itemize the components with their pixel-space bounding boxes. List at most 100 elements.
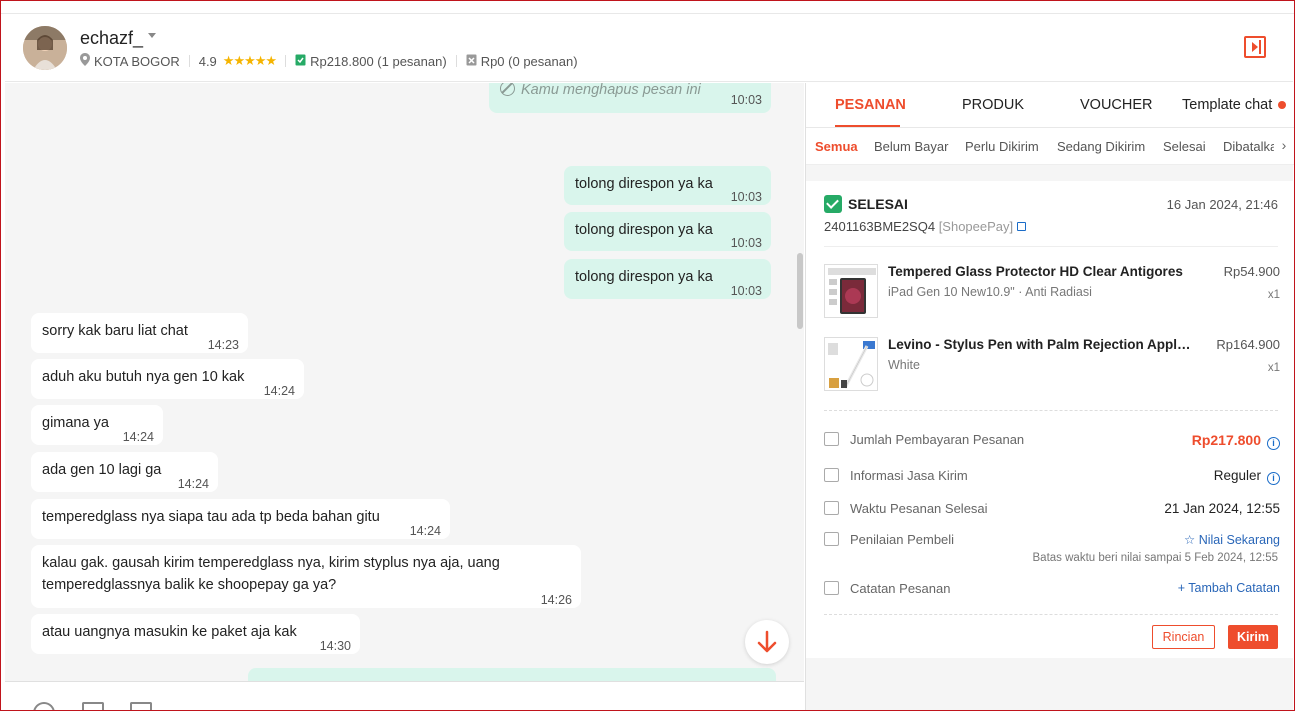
shipping-value: Reguler	[1213, 468, 1261, 483]
order-id-text[interactable]: 2401163BME2SQ4	[824, 219, 935, 234]
note-label: Catatan Pesanan	[850, 581, 951, 596]
message-text: Kamu menghapus pesan ini	[521, 83, 701, 98]
rating-stars: ★★★★★	[222, 53, 277, 68]
review-link-wrap[interactable]: ☆ Nilai Sekarang	[1184, 532, 1280, 547]
payment-value-wrap: Rp217.800 i	[1192, 432, 1280, 450]
info-icon[interactable]: i	[1267, 437, 1280, 450]
details-button[interactable]: Rincian	[1152, 625, 1215, 649]
review-label: Penilaian Pembeli	[850, 532, 955, 547]
order-date: 16 Jan 2024, 21:46	[1166, 197, 1278, 212]
message-time: 14:24	[263, 384, 295, 398]
panel-tabs: PESANAN PRODUK VOUCHER Template chat	[806, 83, 1294, 128]
plus-icon: +	[1177, 581, 1189, 595]
refund-icon	[466, 53, 477, 69]
product-item[interactable]: Tempered Glass Protector HD Clear Antigo…	[824, 264, 1280, 319]
buyer-meta: KOTA BOGOR 4.9 ★★★★★ Rp218.800 (1 pesana…	[80, 53, 578, 69]
payment-icon	[824, 432, 839, 446]
order-status: SELESAI	[824, 195, 908, 213]
star-outline-icon: ☆	[1184, 533, 1199, 547]
note-icon	[824, 581, 839, 595]
scroll-down-button[interactable]	[745, 620, 789, 664]
message-bubble: gimana ya 14:24	[31, 405, 163, 445]
tab-template-chat[interactable]: Template chat	[1182, 97, 1272, 113]
calendar-icon	[824, 501, 839, 515]
tab-pesanan[interactable]: PESANAN	[835, 97, 906, 113]
product-price: Rp164.900	[1216, 337, 1280, 352]
payment-method: [ShopeePay]	[938, 219, 1014, 234]
username[interactable]: echazf_	[80, 28, 143, 49]
review-deadline: Batas waktu beri nilai sampai 5 Feb 2024…	[1032, 552, 1278, 564]
product-price: Rp54.900	[1223, 264, 1280, 279]
product-qty: x1	[1267, 362, 1280, 374]
message-time: 10:03	[730, 284, 762, 298]
message-bubble: tolong direspon ya ka 10:03	[564, 166, 771, 205]
message-bubble: kalau gak. gausah kirim temperedglass ny…	[31, 545, 581, 608]
message-time: 14:30	[319, 639, 351, 653]
product-variant: iPad Gen 10 New10.9" · Anti Radiasi	[888, 285, 1092, 299]
subtab-sedang-dikirim[interactable]: Sedang Dikirim	[1057, 139, 1145, 154]
tab-produk[interactable]: PRODUK	[962, 97, 1024, 113]
message-text: aduh aku butuh nya gen 10 kak	[42, 369, 245, 385]
message-text: kalau gak. gausah kirim temperedglass ny…	[42, 555, 500, 571]
payment-label: Jumlah Pembayaran Pesanan	[850, 432, 1025, 447]
avatar[interactable]	[23, 26, 67, 70]
completed-value: 21 Jan 2024, 12:55	[1164, 501, 1280, 516]
order-card: SELESAI 16 Jan 2024, 21:46 2401163BME2SQ…	[806, 181, 1294, 658]
truck-icon	[824, 468, 839, 482]
subtab-selesai[interactable]: Selesai	[1163, 139, 1206, 154]
image-icon[interactable]	[82, 702, 104, 711]
deleted-icon	[500, 83, 515, 96]
notification-dot	[1278, 101, 1286, 109]
chat-scrollbar[interactable]	[797, 253, 803, 329]
product-name: Tempered Glass Protector HD Clear Antigo…	[888, 264, 1183, 279]
order-clipboard-icon	[295, 53, 306, 69]
message-time: 14:24	[177, 477, 209, 491]
info-icon[interactable]: i	[1267, 472, 1280, 485]
product-item[interactable]: Levino - Stylus Pen with Palm Rejection …	[824, 337, 1280, 392]
product-thumbnail	[824, 264, 878, 318]
external-link-icon[interactable]	[1017, 222, 1027, 231]
arrow-down-icon	[757, 630, 777, 653]
order-id: 2401163BME2SQ4 [ShopeePay]	[824, 219, 1027, 234]
message-text: tolong direspon ya ka	[575, 269, 713, 285]
subtab-belum-bayar[interactable]: Belum Bayar	[874, 139, 948, 154]
message-time: 14:23	[207, 338, 239, 352]
message-text: gimana ya	[42, 415, 109, 431]
add-note-wrap[interactable]: + Tambah Catatan	[1178, 581, 1280, 595]
message-text: sorry kak baru liat chat	[42, 323, 188, 339]
shipping-label: Informasi Jasa Kirim	[850, 468, 968, 483]
emoji-icon[interactable]	[33, 702, 55, 711]
review-row: Penilaian Pembeli ☆ Nilai Sekarang	[824, 530, 1280, 552]
message-time: 10:03	[730, 93, 762, 107]
message-bubble: temperedglass nya siapa tau ada tp beda …	[31, 499, 450, 539]
total-spent: Rp218.800 (1 pesanan)	[310, 53, 447, 69]
product-name: Levino - Stylus Pen with Palm Rejection …	[888, 337, 1198, 352]
message-text: temperedglass nya siapa tau ada tp beda …	[42, 509, 380, 525]
message-text: atau uangnya masukin ke paket aja kak	[42, 624, 297, 640]
chevron-right-icon[interactable]: ›	[1274, 137, 1294, 153]
add-note-link[interactable]: Tambah Catatan	[1188, 581, 1280, 595]
send-order-button[interactable]: Kirim	[1228, 625, 1278, 649]
message-bubble: tolong direspon ya ka 10:03	[564, 212, 771, 251]
review-link[interactable]: Nilai Sekarang	[1199, 533, 1280, 547]
message-text: temperedglassnya balik ke shoopepay ga y…	[42, 577, 337, 593]
check-icon	[824, 195, 842, 213]
message-bubble	[248, 668, 776, 681]
message-bubble: tolong direspon ya ka 10:03	[564, 259, 771, 299]
message-text: tolong direspon ya ka	[575, 176, 713, 192]
product-icon[interactable]	[130, 702, 152, 711]
message-bubble: aduh aku butuh nya gen 10 kak 14:24	[31, 359, 304, 399]
message-time: 14:24	[409, 524, 441, 538]
subtab-semua[interactable]: Semua	[815, 139, 858, 154]
rating-value: 4.9	[198, 53, 217, 69]
chat-input-toolbar	[5, 681, 804, 711]
message-time: 10:03	[730, 236, 762, 250]
payment-row: Jumlah Pembayaran Pesanan Rp217.800 i	[824, 430, 1280, 452]
toggle-panel-icon[interactable]	[1244, 36, 1266, 58]
tab-voucher[interactable]: VOUCHER	[1080, 97, 1153, 113]
product-variant: White	[888, 358, 920, 372]
chevron-down-icon[interactable]	[148, 33, 156, 38]
completed-label: Waktu Pesanan Selesai	[850, 501, 988, 516]
active-tab-indicator	[835, 125, 900, 127]
subtab-perlu-dikirim[interactable]: Perlu Dikirim	[965, 139, 1039, 154]
